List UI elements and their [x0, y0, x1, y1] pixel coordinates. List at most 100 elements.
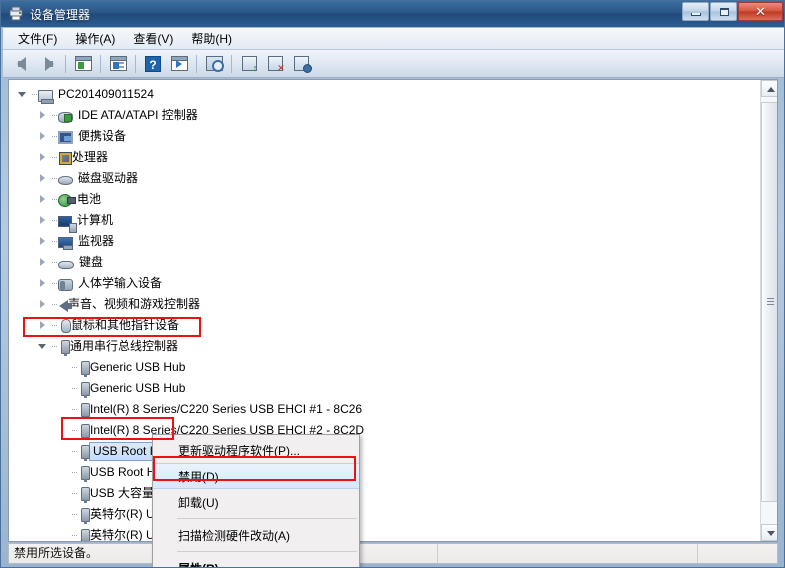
update-driver-button[interactable]: ↑	[237, 52, 261, 76]
tree-item[interactable]: 人体学输入设备	[9, 273, 761, 294]
tree-item[interactable]: USB Root Hub	[9, 462, 761, 483]
tree-item[interactable]: 监视器	[9, 231, 761, 252]
tree-item[interactable]: PC201409011524	[9, 84, 761, 105]
menu-file[interactable]: 文件(F)	[9, 27, 66, 50]
status-bar: 禁用所选设备。	[8, 543, 778, 564]
battery-icon	[58, 194, 76, 207]
monitor-icon	[58, 237, 73, 250]
tree-expander-closed[interactable]	[37, 173, 48, 184]
tree-expander-closed[interactable]	[37, 131, 48, 142]
scroll-up-button[interactable]	[761, 80, 777, 97]
ctx-scan-hardware[interactable]: 扫描检测硬件改动(A)	[153, 522, 359, 548]
tree-expander-closed[interactable]	[37, 320, 48, 331]
properties-button[interactable]	[71, 52, 95, 76]
toolbar-separator	[135, 54, 136, 73]
tree-item[interactable]: 声音、视频和游戏控制器	[9, 294, 761, 315]
menu-action[interactable]: 操作(A)	[66, 27, 124, 50]
tree-item[interactable]: Generic USB Hub	[9, 378, 761, 399]
minimize-icon	[691, 13, 701, 16]
device-manager-window: 设备管理器 ✕ 文件(F) 操作(A) 查看(V) 帮助(H) ? ↑ ✕ PC…	[0, 0, 785, 568]
menu-view[interactable]: 查看(V)	[124, 27, 182, 50]
scrollbar-thumb[interactable]	[761, 102, 777, 502]
disk-drive-icon	[58, 176, 73, 185]
toolbar-separator	[231, 54, 232, 73]
tree-expander-open[interactable]	[17, 89, 28, 100]
tree-expander-closed[interactable]	[37, 236, 48, 247]
scan-hardware-button[interactable]	[202, 52, 226, 76]
toolbar: ? ↑ ✕	[3, 50, 784, 78]
maximize-icon	[720, 8, 729, 16]
vertical-scrollbar[interactable]	[760, 80, 777, 541]
tree-connector	[70, 399, 78, 420]
keyboard-icon	[58, 261, 74, 269]
show-hidden-devices-button[interactable]	[106, 52, 130, 76]
close-icon: ✕	[755, 4, 766, 19]
usb-controller-icon	[61, 340, 70, 356]
tree-connector	[50, 168, 58, 189]
tree-expander-closed[interactable]	[37, 257, 48, 268]
mouse-icon	[61, 319, 71, 333]
minimize-button[interactable]	[682, 2, 709, 21]
tree-expander-closed[interactable]	[37, 299, 48, 310]
maximize-button[interactable]	[710, 2, 737, 21]
tree-item[interactable]: IDE ATA/ATAPI 控制器	[9, 105, 761, 126]
tree-expander-closed[interactable]	[37, 110, 48, 121]
tree-item[interactable]: 电池	[9, 189, 761, 210]
tree-item-label: 监视器	[78, 234, 115, 248]
tree-connector	[50, 105, 58, 126]
tree-item[interactable]: 通用串行总线控制器	[9, 336, 761, 357]
ctx-disable[interactable]: 禁用(D)	[153, 463, 359, 489]
back-button[interactable]	[10, 52, 34, 76]
device-manager-icon	[8, 6, 24, 22]
tree-item[interactable]: 便携设备	[9, 126, 761, 147]
context-menu-separator	[177, 518, 357, 519]
tree-item[interactable]: 英特尔(R) USB 3.0 可扩展主机控制器	[9, 504, 761, 525]
tree-expander-closed[interactable]	[37, 194, 48, 205]
uninstall-device-button[interactable]: ✕	[263, 52, 287, 76]
tree-connector	[50, 315, 58, 336]
menu-bar: 文件(F) 操作(A) 查看(V) 帮助(H)	[3, 28, 784, 50]
tree-connector	[50, 147, 58, 168]
scroll-down-button[interactable]	[761, 524, 777, 541]
tree-item[interactable]: Intel(R) 8 Series/C220 Series USB EHCI #…	[9, 399, 761, 420]
tree-expander-closed[interactable]	[37, 215, 48, 226]
computer-root-icon	[38, 89, 54, 104]
tree-connector	[30, 84, 38, 105]
tree-item[interactable]: Intel(R) 8 Series/C220 Series USB EHCI #…	[9, 420, 761, 441]
tree-item[interactable]: 英特尔(R) USB 3.0 根集线器	[9, 525, 761, 541]
tree-item-label: Intel(R) 8 Series/C220 Series USB EHCI #…	[90, 402, 363, 416]
forward-button[interactable]	[36, 52, 60, 76]
tree-item[interactable]: 磁盘驱动器	[9, 168, 761, 189]
device-list-button[interactable]	[167, 52, 191, 76]
tree-item[interactable]: USB 大容量存储设备	[9, 483, 761, 504]
tree-item[interactable]: 处理器	[9, 147, 761, 168]
usb-device-icon	[81, 508, 90, 524]
device-tree[interactable]: PC201409011524 IDE ATA/ATAPI 控制器 便携设备 处理器 磁盘…	[9, 80, 761, 541]
help-button[interactable]: ?	[141, 52, 165, 76]
tree-item[interactable]: 鼠标和其他指针设备	[9, 315, 761, 336]
close-button[interactable]: ✕	[738, 2, 783, 21]
tree-connector	[50, 126, 58, 147]
tree-item[interactable]: Generic USB Hub	[9, 357, 761, 378]
ctx-uninstall[interactable]: 卸载(U)	[153, 489, 359, 515]
tree-item[interactable]: USB Root Hub	[9, 441, 761, 462]
status-segment-3	[698, 544, 776, 563]
tree-item[interactable]: 键盘	[9, 252, 761, 273]
ctx-properties[interactable]: 属性(R)	[153, 555, 359, 568]
properties-panel-icon	[74, 56, 92, 71]
processor-icon	[59, 152, 72, 165]
tree-expander-closed[interactable]	[37, 278, 48, 289]
title-bar: 设备管理器 ✕	[1, 1, 784, 27]
tree-expander-open[interactable]	[37, 341, 48, 352]
show-hidden-devices-icon	[109, 56, 127, 71]
tree-connector	[70, 420, 78, 441]
ctx-update-driver[interactable]: 更新驱动程序软件(P)...	[153, 437, 359, 463]
usb-device-icon	[81, 529, 90, 541]
disable-device-button[interactable]	[289, 52, 313, 76]
tree-connector	[50, 252, 58, 273]
tree-item-label: Generic USB Hub	[90, 381, 186, 395]
tree-item[interactable]: 计算机	[9, 210, 761, 233]
menu-help[interactable]: 帮助(H)	[182, 27, 241, 50]
tree-expander-closed[interactable]	[37, 152, 48, 163]
